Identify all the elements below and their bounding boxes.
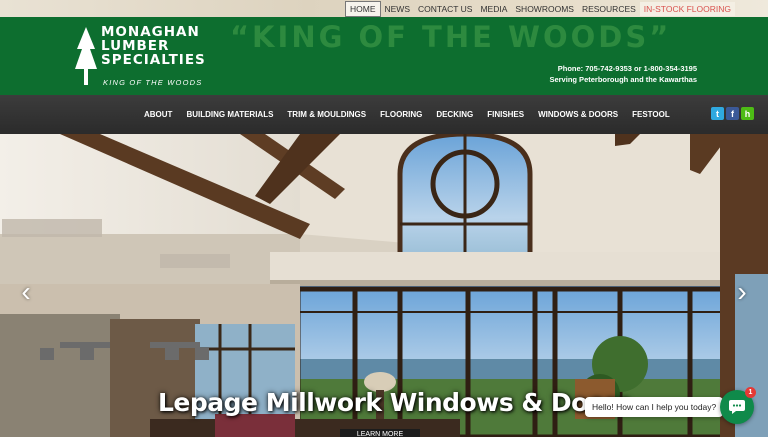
logo-tagline: KING OF THE WOODS xyxy=(103,78,203,87)
logo-line-specialties: SPECIALTIES xyxy=(101,52,206,68)
showrooms-link[interactable]: SHOWROOMS xyxy=(511,2,578,16)
nav-building-materials[interactable]: BUILDING MATERIALS xyxy=(186,110,273,119)
phone-numbers: Phone: 705-742-9353 or 1-800-354-3195 xyxy=(557,64,697,73)
header-slogan: “KING OF THE WOODS” xyxy=(230,20,672,54)
nav-menu: ABOUT BUILDING MATERIALS TRIM & MOULDING… xyxy=(144,95,684,134)
twitter-icon[interactable]: t xyxy=(711,107,724,120)
nav-trim-mouldings[interactable]: TRIM & MOULDINGS xyxy=(287,110,366,119)
nav-finishes[interactable]: FINISHES xyxy=(487,110,524,119)
previous-slide-button[interactable]: ‹ xyxy=(16,277,36,307)
nav-about[interactable]: ABOUT xyxy=(144,110,172,119)
next-slide-button[interactable]: › xyxy=(732,277,752,307)
utility-bar: HOME NEWS CONTACT US MEDIA SHOWROOMS RES… xyxy=(0,0,768,17)
logo-line-lumber: LUMBER xyxy=(101,38,170,54)
main-nav: ABOUT BUILDING MATERIALS TRIM & MOULDING… xyxy=(0,95,768,134)
houzz-icon[interactable]: h xyxy=(741,107,754,120)
learn-more-button[interactable]: LEARN MORE xyxy=(340,429,420,437)
hero-caption: Lepage Millwork Windows & Doors xyxy=(158,388,631,417)
utility-links: HOME NEWS CONTACT US MEDIA SHOWROOMS RES… xyxy=(345,0,736,17)
home-link[interactable]: HOME xyxy=(345,0,381,17)
nav-flooring[interactable]: FLOORING xyxy=(380,110,422,119)
contact-us-link[interactable]: CONTACT US xyxy=(414,2,476,16)
company-logo[interactable]: MONAGHAN LUMBER SPECIALTIES KING OF THE … xyxy=(75,25,225,89)
tree-logo-icon xyxy=(75,27,97,85)
media-link[interactable]: MEDIA xyxy=(476,2,511,16)
chat-notification-badge: 1 xyxy=(745,387,756,398)
logo-wordmark: MONAGHAN LUMBER SPECIALTIES xyxy=(101,25,206,67)
nav-festool[interactable]: FESTOOL xyxy=(632,110,670,119)
chat-greeting[interactable]: Hello! How can I help you today? xyxy=(585,397,730,417)
resources-link[interactable]: RESOURCES xyxy=(578,2,640,16)
contact-info: Phone: 705-742-9353 or 1-800-354-3195 Se… xyxy=(549,63,697,85)
chat-icon xyxy=(729,400,745,414)
social-links: t f h xyxy=(711,107,754,120)
facebook-icon[interactable]: f xyxy=(726,107,739,120)
logo-line-monaghan: MONAGHAN xyxy=(101,24,200,40)
site-header: MONAGHAN LUMBER SPECIALTIES KING OF THE … xyxy=(0,17,768,95)
news-link[interactable]: NEWS xyxy=(381,2,415,16)
in-stock-flooring-link[interactable]: IN-STOCK FLOORING xyxy=(639,1,736,16)
nav-decking[interactable]: DECKING xyxy=(436,110,473,119)
service-area: Serving Peterborough and the Kawarthas xyxy=(549,75,697,84)
nav-windows-doors[interactable]: WINDOWS & DOORS xyxy=(538,110,618,119)
